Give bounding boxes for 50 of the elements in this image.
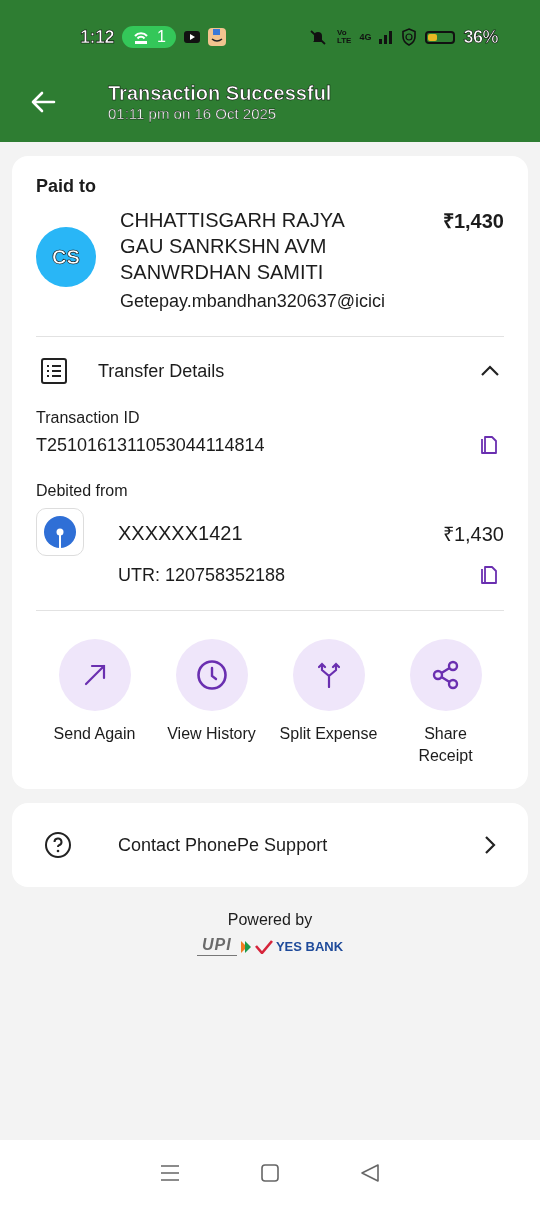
arrow-icon [82, 663, 107, 687]
powered-by-label: Powered by [227, 911, 313, 929]
bank-name-logo: YES BANK [275, 939, 344, 954]
upi-logo: UPI [196, 937, 237, 956]
hotspot-pill: 1 [122, 26, 176, 48]
action-label[interactable]: Split Expense [279, 723, 378, 745]
screen-title: Transaction Successful [108, 82, 332, 105]
home-button[interactable] [260, 1163, 280, 1183]
shield-icon [401, 28, 418, 46]
back-nav-button[interactable] [360, 1163, 380, 1183]
help-icon [44, 831, 72, 859]
action-label[interactable]: View History [167, 723, 256, 745]
chevron-right-icon [484, 835, 496, 855]
network-label: 4G [359, 32, 372, 42]
signal-icon [379, 30, 394, 44]
support-row[interactable]: Contact PhonePe Support [12, 803, 528, 887]
copy-icon[interactable] [480, 565, 498, 586]
payee-avatar: CS [36, 227, 96, 287]
transfer-details-toggle[interactable]: Transfer Details [36, 337, 504, 391]
volte-label: LTE [336, 37, 352, 45]
volte-label: Vo [336, 29, 348, 37]
shopping-app-icon [207, 28, 226, 46]
battery-percent: 36% [463, 26, 498, 48]
account-number: XXXXXX1421 [118, 522, 243, 545]
video-app-icon [183, 31, 200, 43]
transaction-time: 01:11 pm on 16 Oct 2025 [108, 105, 278, 122]
hotspot-icon [132, 30, 151, 44]
action-label[interactable]: Send Again [53, 723, 136, 745]
payee-upi-id: Getepay.mbandhan320637@icici [120, 291, 387, 312]
transaction-id-label: Transaction ID [36, 409, 141, 427]
battery-icon [425, 30, 456, 44]
back-button[interactable] [30, 91, 56, 113]
payee-name: CHHATTISGARH RAJYA GAU SANRKSHN AVM SANWRDHAN SAMITI [120, 208, 346, 285]
copy-icon[interactable] [480, 435, 498, 456]
bank-logo [36, 508, 84, 556]
menu-button[interactable] [160, 1164, 180, 1182]
share-icon [431, 660, 460, 690]
list-icon [40, 357, 68, 385]
debited-amount: ₹1,430 [442, 522, 504, 547]
check-mark-icon [254, 939, 273, 954]
clock-icon [195, 659, 228, 691]
status-time: 1:12 [80, 26, 115, 48]
split-icon [317, 662, 340, 688]
paid-amount: ₹1,430 [442, 209, 504, 234]
transaction-id: T2510161311053044114814 [36, 435, 265, 456]
debited-from-label: Debited from [36, 482, 129, 500]
action-label[interactable]: Share Receipt [395, 723, 496, 767]
upi-arrow-icon [239, 939, 252, 954]
utr-number: UTR: 120758352188 [118, 565, 286, 586]
paid-to-label: Paid to [36, 176, 97, 197]
